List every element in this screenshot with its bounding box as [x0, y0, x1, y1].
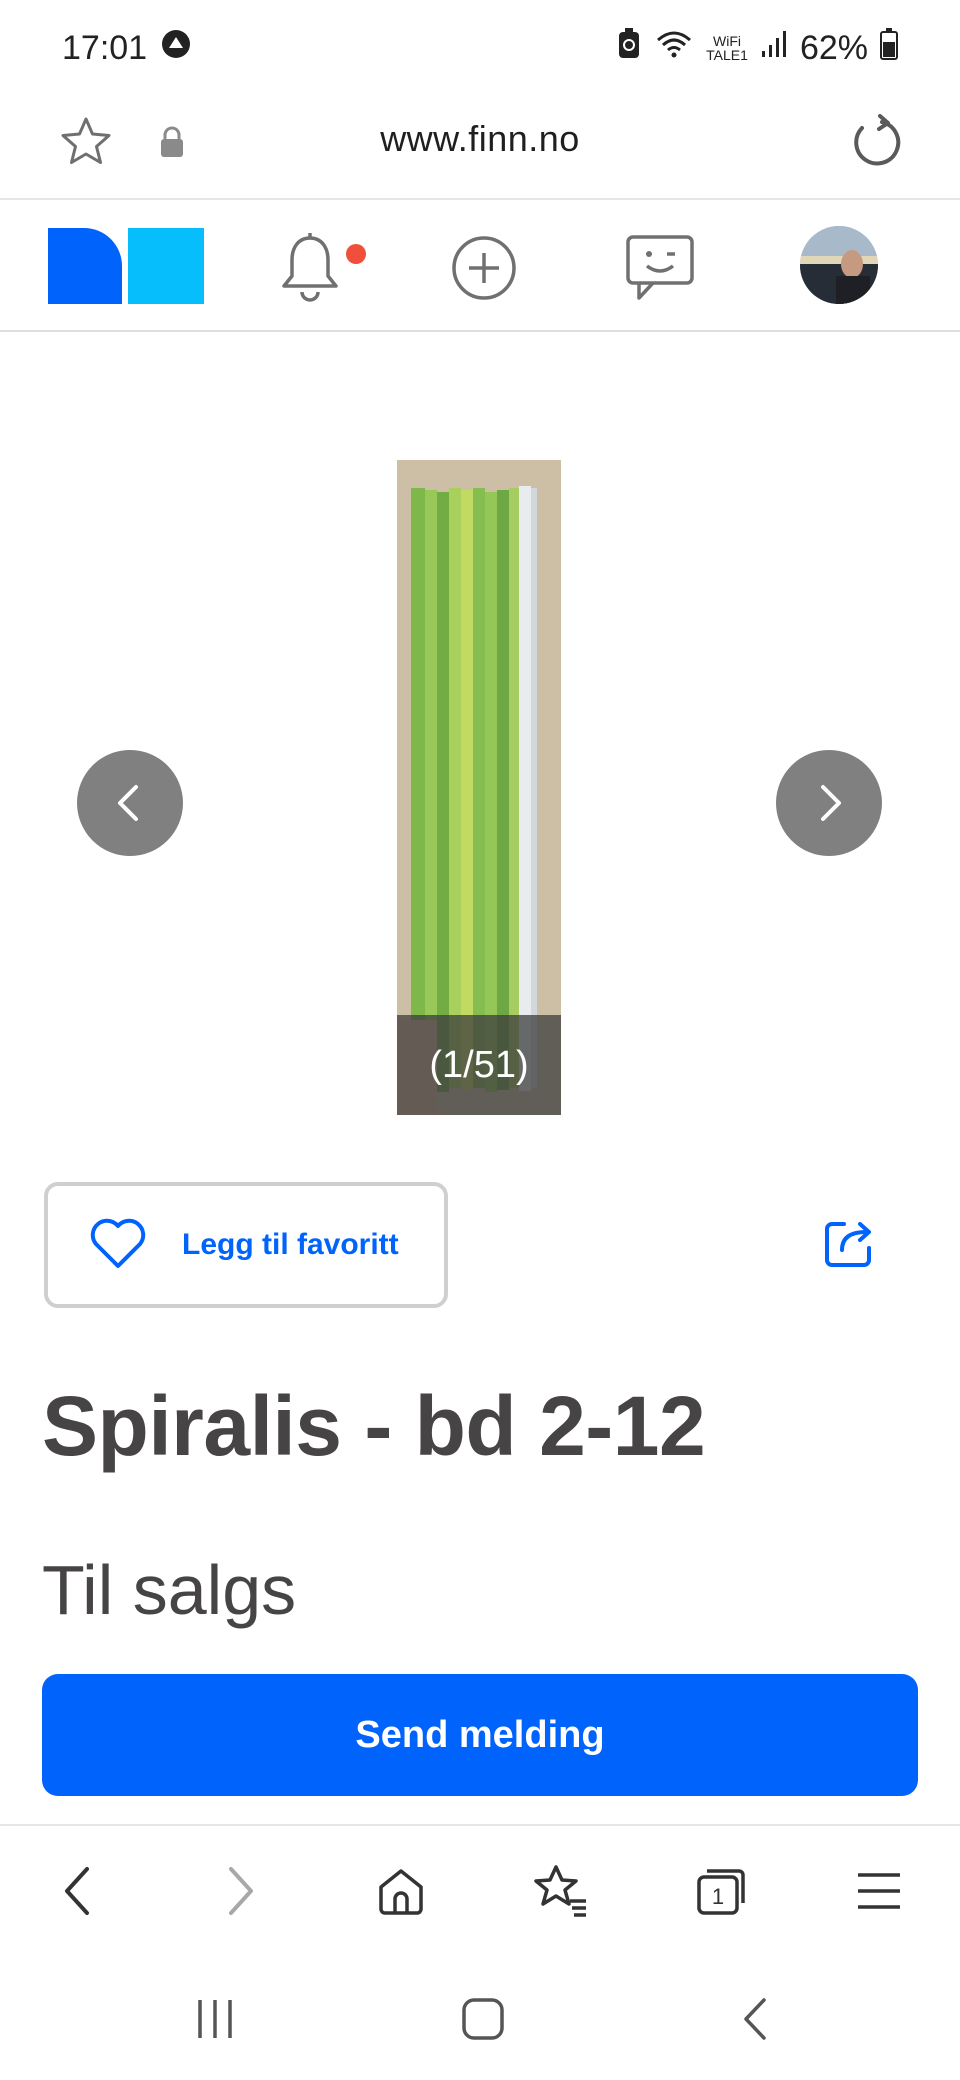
heart-icon	[88, 1216, 148, 1275]
share-button[interactable]	[816, 1208, 884, 1276]
bookmarks-icon[interactable]	[525, 1856, 595, 1926]
share-icon	[825, 1222, 871, 1267]
battery-saver-icon	[616, 27, 642, 69]
notification-badge	[346, 244, 366, 264]
browser-url-bar: www.finn.no	[0, 96, 960, 200]
tabs-icon[interactable]: 1	[686, 1856, 756, 1926]
home-system-icon[interactable]	[448, 1984, 518, 2054]
battery-text: 62%	[799, 28, 868, 67]
status-bar: 17:01 WiFi TALE1 62%	[0, 0, 960, 96]
status-time: 17:01	[62, 28, 148, 67]
chat-icon[interactable]	[620, 228, 700, 308]
status-right: WiFi TALE1 62%	[616, 27, 898, 69]
chevron-right-icon	[821, 785, 841, 821]
send-message-button[interactable]: Send melding	[42, 1674, 918, 1796]
back-icon[interactable]	[42, 1856, 112, 1926]
browser-toolbar: 1	[0, 1824, 960, 1954]
battery-icon	[880, 27, 898, 69]
status-left: 17:01	[62, 29, 191, 68]
image-gallery[interactable]: (1/51)	[0, 332, 960, 1132]
next-image-button[interactable]	[776, 750, 882, 856]
forward-icon[interactable]	[206, 1856, 276, 1926]
app-notification-icon	[161, 29, 191, 68]
wifi-label-bottom: TALE1	[706, 47, 748, 63]
signal-icon	[760, 29, 788, 68]
svg-text:1: 1	[712, 1884, 724, 1909]
avatar[interactable]	[800, 226, 878, 304]
recents-icon[interactable]	[180, 1984, 250, 2054]
favorite-label: Legg til favoritt	[182, 1228, 399, 1261]
url-address[interactable]: www.finn.no	[0, 118, 960, 160]
favorite-button[interactable]: Legg til favoritt	[44, 1182, 448, 1308]
image-counter: (1/51)	[397, 1015, 561, 1115]
previous-image-button[interactable]	[77, 750, 183, 856]
bell-icon[interactable]	[270, 228, 350, 308]
finn-header	[0, 200, 960, 332]
listing-status: Til salgs	[42, 1551, 297, 1629]
plus-circle-icon[interactable]	[444, 228, 524, 308]
menu-icon[interactable]	[844, 1856, 914, 1926]
home-icon[interactable]	[366, 1856, 436, 1926]
wifi-network-label: WiFi TALE1	[706, 34, 748, 62]
reload-icon[interactable]	[844, 110, 908, 174]
wifi-icon	[654, 28, 694, 69]
system-navigation-bar	[0, 1954, 960, 2080]
finn-logo[interactable]	[48, 228, 204, 304]
back-system-icon[interactable]	[722, 1984, 792, 2054]
chevron-left-icon	[118, 785, 138, 821]
listing-title: Spiralis - bd 2-12	[42, 1379, 706, 1473]
